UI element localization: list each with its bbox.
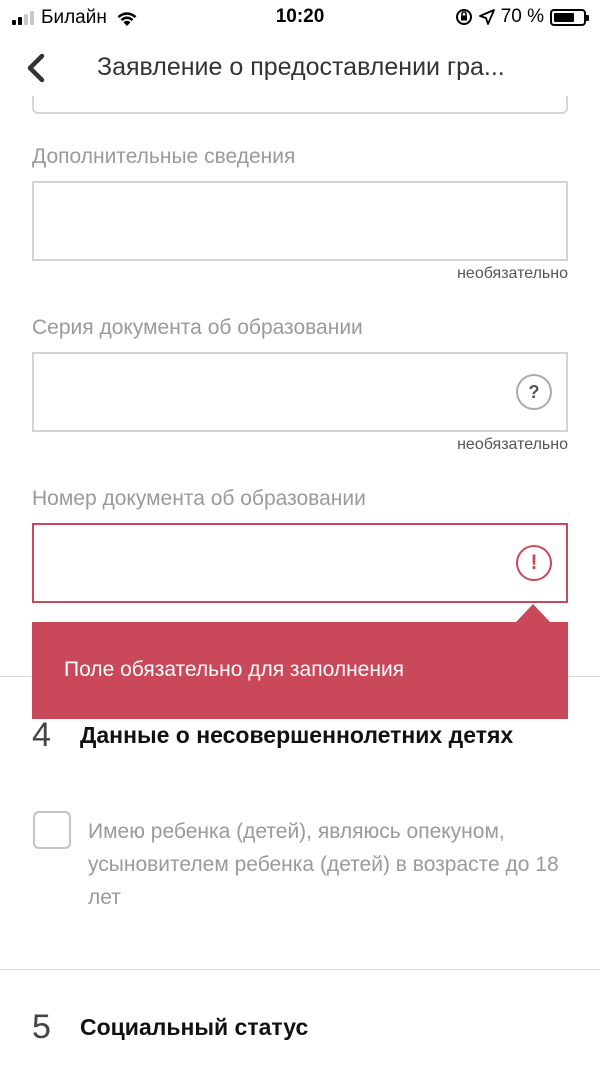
error-message: Поле обязательно для заполнения (64, 658, 405, 681)
page-title: Заявление о предоставлении гра... (97, 53, 505, 81)
doc-series-label: Серия документа об образовании (32, 316, 363, 339)
status-right: 70 % (455, 6, 589, 28)
tooltip-arrow (516, 604, 550, 622)
doc-series-input[interactable]: ? (32, 352, 568, 432)
section-4-title: Данные о несовершеннолетних детях (80, 722, 514, 748)
minor-children-checkbox-label[interactable]: Имею ребенка (детей), являюсь опекуном, … (88, 815, 568, 914)
battery-percent: 70 % (500, 6, 544, 27)
doc-series-optional-hint: необязательно (457, 436, 568, 453)
back-button[interactable] (18, 50, 52, 86)
doc-number-input[interactable]: ! (32, 523, 568, 603)
additional-info-label: Дополнительные сведения (32, 145, 296, 168)
location-arrow-icon (478, 9, 495, 25)
doc-number-label: Номер документа об образовании (32, 487, 366, 510)
previous-field-edge[interactable] (32, 96, 568, 114)
chevron-left-icon (27, 53, 45, 83)
error-icon: ! (516, 545, 552, 581)
section-5-number: 5 (32, 1008, 51, 1046)
nav-bar: Заявление о предоставлении гра... (0, 36, 600, 100)
battery-icon (550, 8, 589, 26)
error-tooltip: Поле обязательно для заполнения (32, 622, 568, 719)
additional-info-input[interactable] (32, 181, 568, 261)
minor-children-checkbox[interactable] (33, 811, 71, 849)
section-divider (0, 969, 600, 970)
battery-level (554, 12, 574, 22)
orientation-lock-icon (455, 9, 472, 25)
help-icon[interactable]: ? (516, 374, 552, 410)
section-5-title[interactable]: Социальный статус (80, 1014, 308, 1041)
status-bar: Билайн 10:20 70 % (0, 0, 600, 36)
section-4-number: 4 (32, 716, 51, 754)
additional-info-optional-hint: необязательно (457, 265, 568, 282)
